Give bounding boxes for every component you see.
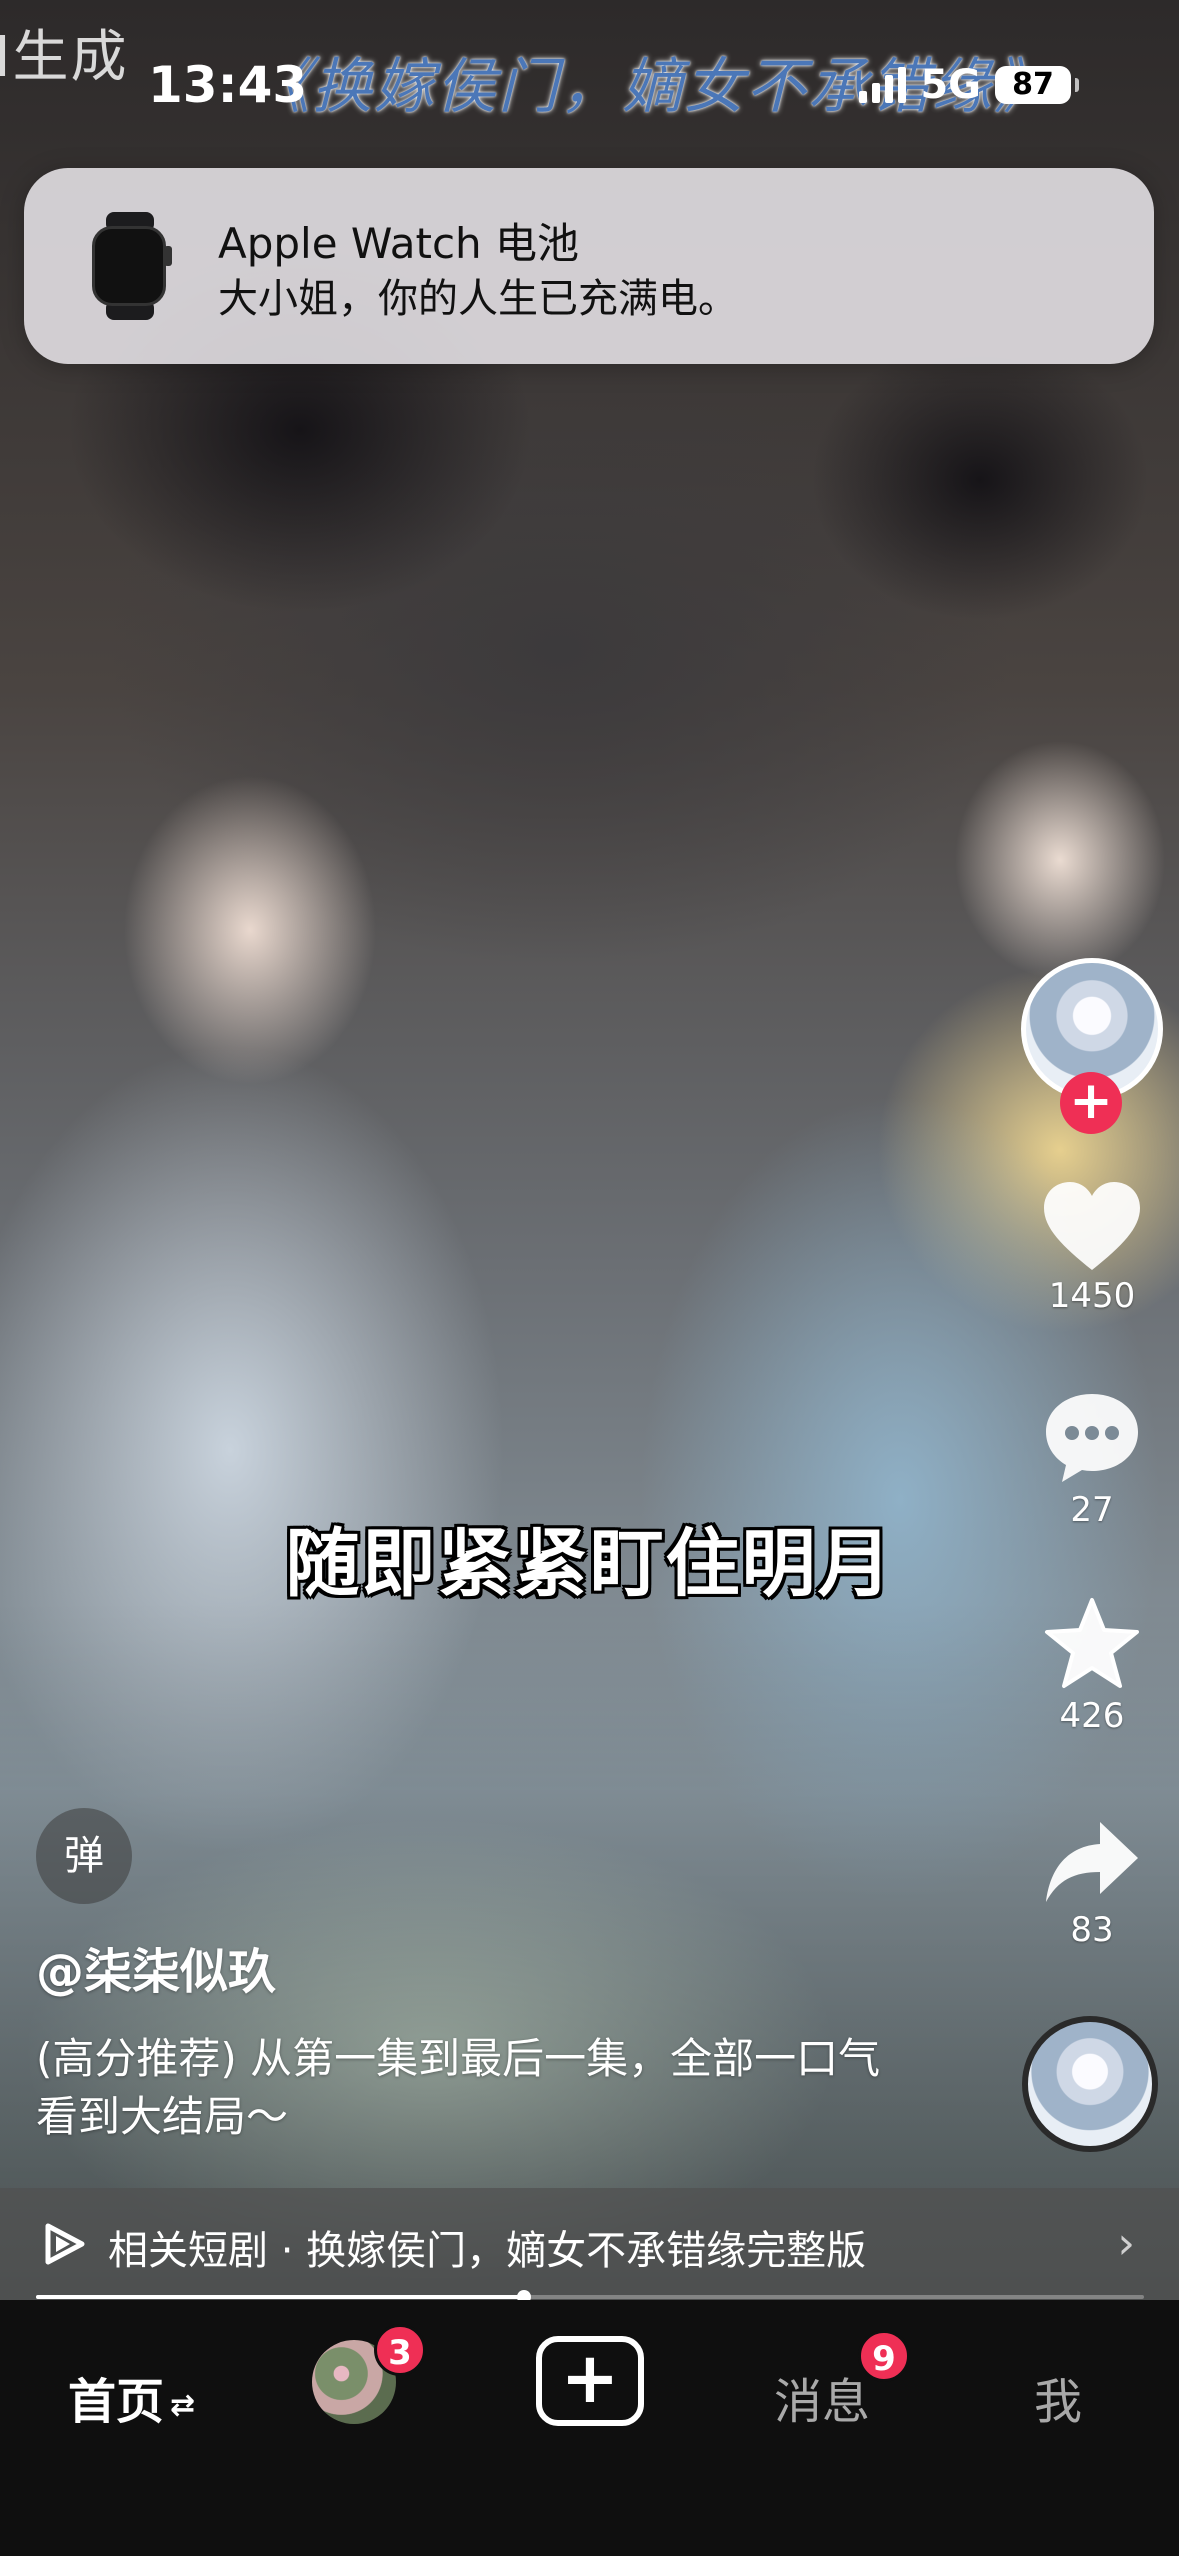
create-button[interactable]: +	[536, 2336, 644, 2426]
tab-messages[interactable]: 消息	[774, 2362, 870, 2432]
comment-count: 27	[1070, 1490, 1114, 1530]
tab-friends[interactable]: 3	[312, 2324, 426, 2424]
signal-icon	[859, 67, 907, 103]
music-disc-avatar[interactable]	[1022, 2016, 1158, 2152]
friends-badge: 3	[374, 2324, 426, 2376]
messages-badge: 9	[858, 2330, 910, 2382]
playback-progress-fill	[36, 2295, 524, 2299]
star-icon	[1045, 1598, 1139, 1688]
related-drama-bar[interactable]: 相关短剧 · 换嫁侯门，嫡女不承错缘完整版 ›	[0, 2188, 1179, 2300]
share-count: 83	[1070, 1910, 1114, 1950]
chevron-right-icon: ›	[1117, 2218, 1135, 2269]
video-subtitle: 随即紧紧盯住明月	[285, 1521, 894, 1607]
tab-me[interactable]: 我	[1034, 2362, 1082, 2432]
follow-button[interactable]: +	[1060, 1072, 1122, 1134]
related-drama-label: 相关短剧 · 换嫁侯门，嫡女不承错缘完整版	[108, 2228, 867, 2274]
notification-title: Apple Watch 电池	[218, 219, 580, 268]
notification-banner[interactable]: Apple Watch 电池 大小姐，你的人生已充满电。	[24, 168, 1154, 364]
play-icon	[45, 2223, 85, 2265]
watermark: I生成	[0, 25, 129, 90]
battery-icon: 87	[995, 66, 1079, 104]
notification-message: 大小姐，你的人生已充满电。	[218, 276, 738, 322]
tab-home[interactable]: 首页 ⇄	[68, 2362, 195, 2432]
like-button[interactable]: 1450	[1030, 1180, 1154, 1316]
playback-progress-bar[interactable]	[36, 2290, 1144, 2304]
status-indicators: 5G 87	[859, 62, 1079, 108]
favorite-button[interactable]: 426	[1030, 1596, 1154, 1736]
danmaku-toggle-button[interactable]: 弹	[36, 1808, 132, 1904]
share-arrow-icon	[1046, 1822, 1138, 1902]
swap-icon: ⇄	[170, 2387, 196, 2423]
heart-icon	[1044, 1182, 1140, 1270]
comment-icon	[1046, 1394, 1138, 1482]
comment-button[interactable]: 27	[1030, 1390, 1154, 1530]
share-button[interactable]: 83	[1030, 1816, 1154, 1950]
bottom-tab-bar: 首页 ⇄ 3 + 消息 9 我	[0, 2300, 1179, 2556]
status-time: 13:43	[148, 56, 308, 114]
author-name[interactable]: @柒柒似玖	[36, 1932, 276, 2002]
network-label: 5G	[920, 62, 981, 108]
favorite-count: 426	[1059, 1696, 1125, 1736]
like-count: 1450	[1048, 1276, 1136, 1316]
tab-home-label: 首页	[68, 2374, 165, 2430]
apple-watch-icon	[90, 212, 172, 320]
video-caption[interactable]: (高分推荐) 从第一集到最后一集，全部一口气看到大结局～	[36, 2030, 916, 2146]
